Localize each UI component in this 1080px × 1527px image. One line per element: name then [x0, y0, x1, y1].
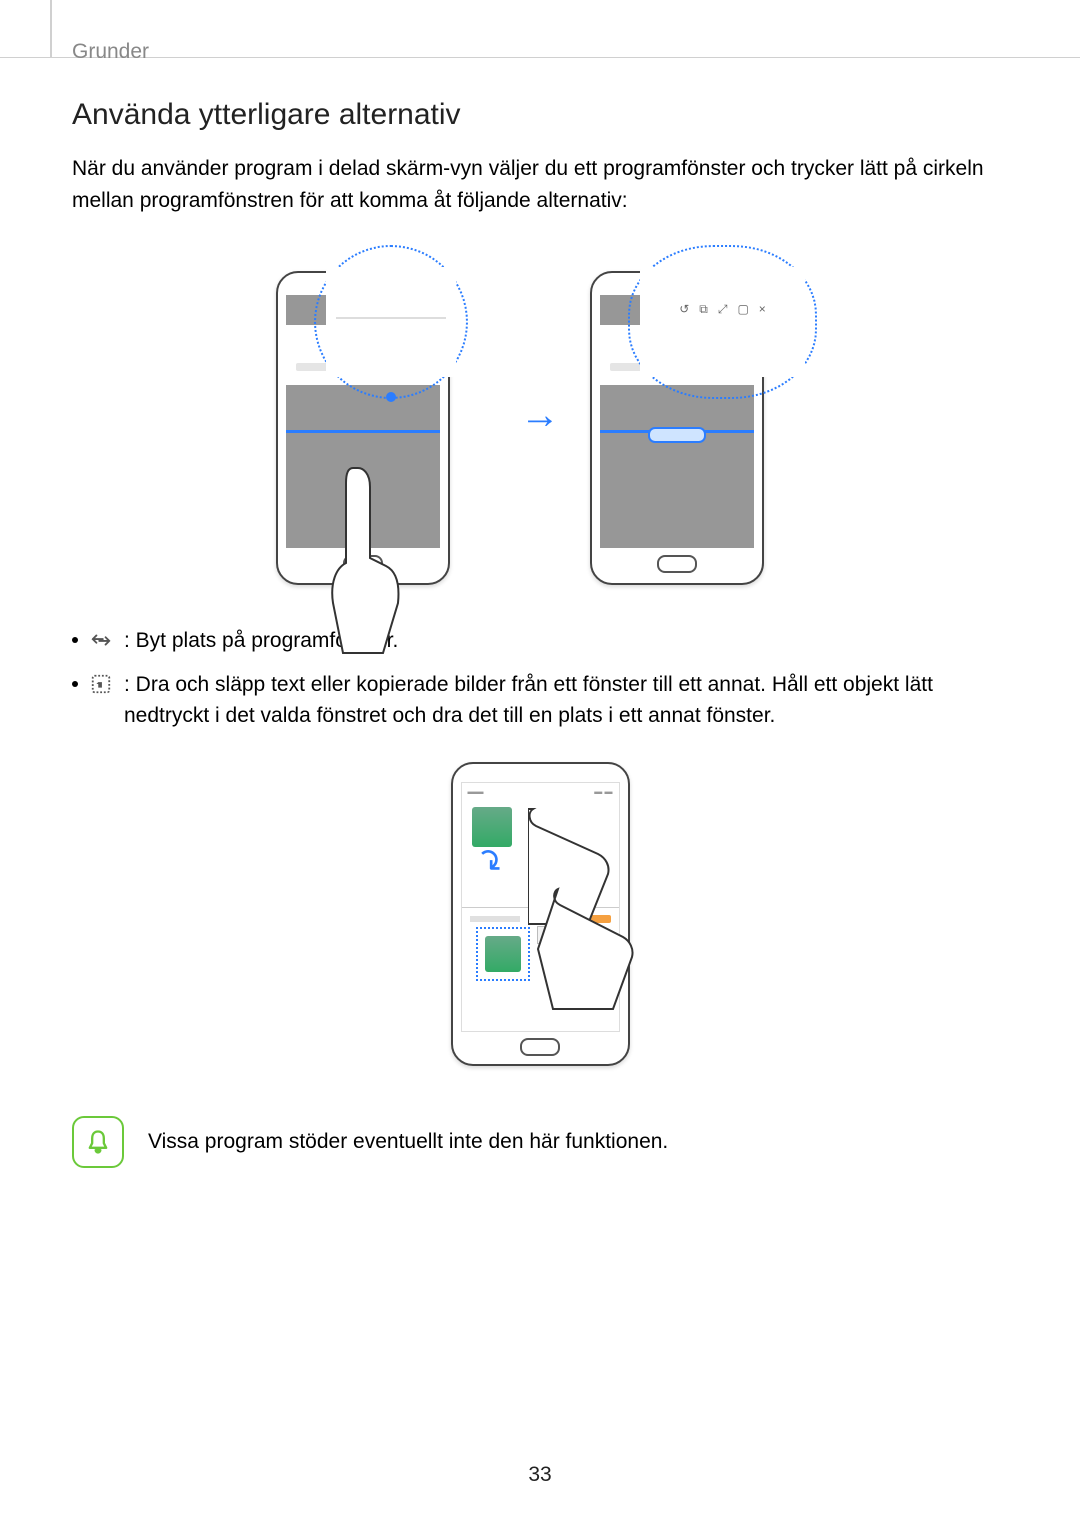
page-header: Grunder: [0, 0, 1080, 58]
phone-top-panel: [600, 325, 754, 385]
page-content: Använda ytterligare alternativ När du an…: [0, 58, 1080, 1168]
figure-drag-drop: ▬▬ ▬ ▬ ↷ ▣: [72, 762, 1008, 1066]
bullet-list: : Byt plats på programfönster. : Dra och…: [72, 625, 1008, 732]
note-callout: Vissa program stöder eventuellt inte den…: [72, 1116, 1008, 1168]
bullet-text: : Dra och släpp text eller kopierade bil…: [124, 669, 1008, 732]
phone-illustration-2-wrapper: ↺ ⧉ ⤢ ▢ ×: [590, 246, 804, 585]
page-number: 33: [0, 1463, 1080, 1487]
phone-screen: [600, 295, 754, 548]
topbar-left: ▬▬: [468, 787, 484, 801]
split-divider: [286, 430, 440, 433]
send-pill: [589, 915, 611, 923]
note-bell-icon: [72, 1116, 124, 1168]
split-handle: [648, 427, 706, 443]
phone-msg-placeholder: [610, 363, 744, 371]
bullet-dot-icon: [72, 681, 78, 687]
page-edge-marker: [50, 0, 52, 58]
note-text: Vissa program stöder eventuellt inte den…: [148, 1130, 668, 1154]
phone-illustration-3: ▬▬ ▬ ▬ ↷ ▣: [451, 762, 630, 1066]
figure-row-split-screen: → ↺ ⧉ ⤢ ▢: [72, 246, 1008, 585]
swap-windows-icon: [90, 629, 112, 651]
hand-icon: [318, 463, 408, 663]
topbar-right: ▬ ▬: [594, 787, 612, 801]
msg-label: [470, 916, 520, 922]
arrow-icon: →: [520, 393, 560, 438]
message-row: [470, 911, 611, 927]
phone-msg-placeholder: [296, 363, 430, 371]
attachment-icon: ▣: [537, 926, 559, 944]
header-section-name: Grunder: [72, 40, 149, 63]
bullet-item-dragdrop: : Dra och släpp text eller kopierade bil…: [72, 669, 1008, 732]
phone-illustration-1-wrapper: [276, 246, 490, 585]
close-icon: ×: [759, 302, 766, 317]
phone-illustration-2: ↺ ⧉ ⤢ ▢ ×: [590, 271, 764, 585]
bullet-dot-icon: [72, 637, 78, 643]
drag-drop-icon: [90, 673, 112, 695]
phone-screen: ▬▬ ▬ ▬ ↷ ▣: [461, 782, 620, 1032]
phone-top-panel: [286, 325, 440, 385]
section-heading: Använda ytterligare alternativ: [72, 98, 1008, 132]
image-thumbnail-dropped: [485, 936, 521, 972]
bullet-text: : Byt plats på programfönster.: [124, 625, 1008, 657]
bullet-item-swap: : Byt plats på programfönster.: [72, 625, 1008, 657]
drop-target-box: [476, 927, 530, 981]
split-divider: [462, 907, 619, 908]
phone-illustration-1: [276, 271, 450, 585]
phone-topbar: ▬▬ ▬ ▬: [468, 787, 613, 801]
intro-paragraph: När du använder program i delad skärm-vy…: [72, 153, 1008, 216]
